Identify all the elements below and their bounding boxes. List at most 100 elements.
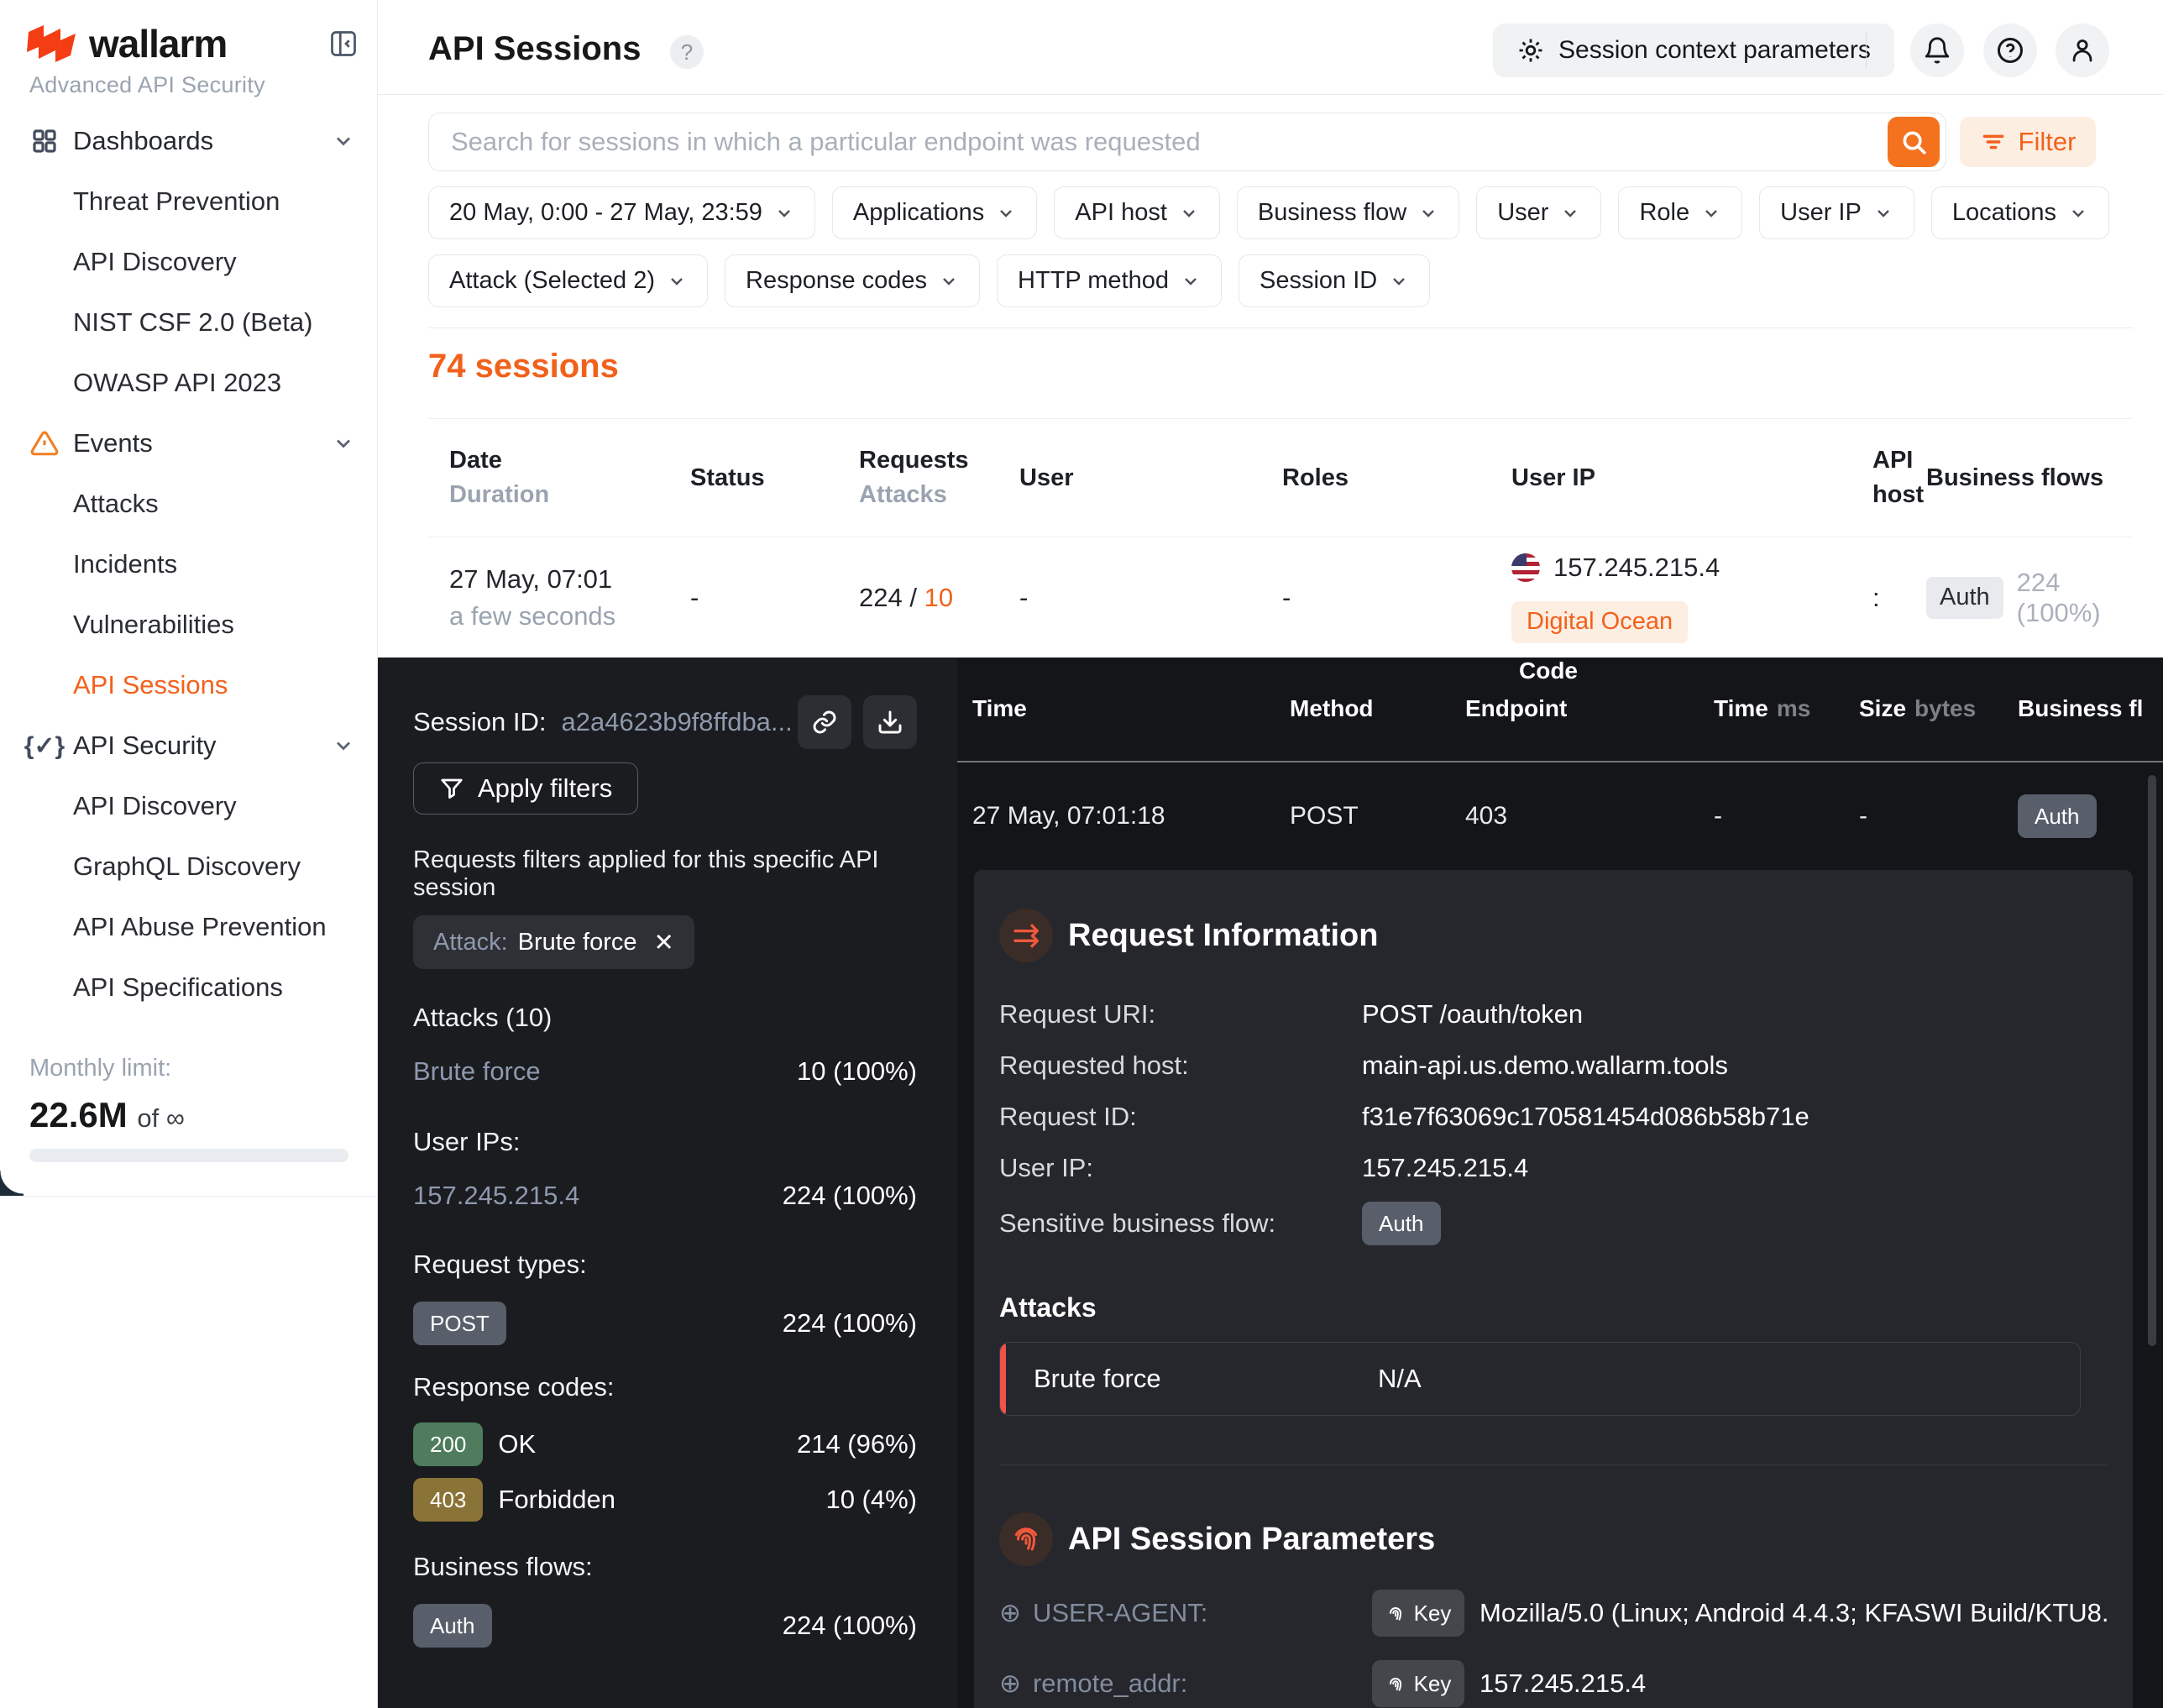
col-business-flows[interactable]: Business flows: [1926, 419, 2103, 537]
sidebar-item-api-abuse-prevention[interactable]: API Abuse Prevention: [0, 897, 377, 957]
sidebar-item-api-sessions[interactable]: API Sessions: [0, 655, 377, 715]
sidebar-item-api-discovery[interactable]: API Discovery: [0, 232, 377, 292]
wallarm-logo-icon: [27, 24, 82, 64]
filters-note: Requests filters applied for this specif…: [413, 846, 917, 902]
gear-icon: [1516, 36, 1545, 65]
stat-row-business-flow: Auth 224 (100%): [413, 1604, 917, 1648]
sidebar: wallarm Advanced API Security Dashboards: [0, 0, 378, 1708]
question-circle-icon: [1995, 35, 2025, 65]
col-user[interactable]: User: [1019, 419, 1074, 537]
download-button[interactable]: [863, 695, 917, 749]
session-status-cell: -: [690, 537, 699, 658]
col-roles[interactable]: Roles: [1282, 419, 1349, 537]
sidebar-item-graphql-discovery[interactable]: GraphQL Discovery: [0, 836, 377, 897]
req-col-method[interactable]: Method: [1290, 658, 1374, 760]
req-col-size[interactable]: Sizebytes: [1859, 658, 1976, 760]
fingerprint-icon: [1385, 1674, 1406, 1694]
filter-button[interactable]: Filter: [1960, 117, 2096, 167]
filter-chip-api-host[interactable]: API host: [1054, 186, 1220, 239]
session-id-value: a2a4623b9f8ffdba...: [562, 707, 798, 737]
sidebar-section-api-security[interactable]: {✓} API Security: [0, 715, 377, 776]
filter-chip-attack[interactable]: Attack (Selected 2): [428, 254, 708, 307]
session-summary-panel: Session ID: a2a4623b9f8ffdba...: [378, 658, 957, 1708]
col-requests[interactable]: RequestsAttacks: [859, 419, 969, 537]
sidebar-item-attacks[interactable]: Attacks: [0, 474, 377, 534]
col-user-ip[interactable]: User IP: [1511, 419, 1595, 537]
chevron-down-icon: [1389, 271, 1409, 291]
stat-row-attack: Brute force10 (100%): [413, 1056, 917, 1087]
request-row-time[interactable]: 27 May, 07:01:18: [972, 762, 1165, 870]
chevron-down-icon: [332, 129, 355, 153]
sidebar-item-vulnerabilities[interactable]: Vulnerabilities: [0, 595, 377, 655]
flow-badge: Auth: [413, 1604, 492, 1648]
request-information-card: ⇉ Request Information Request URI:POST /…: [974, 870, 2133, 1708]
apply-filters-button[interactable]: Apply filters: [413, 762, 638, 815]
flow-badge: Auth: [1362, 1202, 1441, 1245]
search-button[interactable]: [1888, 117, 1940, 167]
filter-chip-row-2: Attack (Selected 2) Response codes HTTP …: [428, 254, 1430, 307]
filter-chip-user[interactable]: User: [1476, 186, 1601, 239]
sidebar-item-owasp-api[interactable]: OWASP API 2023: [0, 353, 377, 413]
req-col-time[interactable]: Time: [972, 658, 1027, 760]
sidebar-item-incidents[interactable]: Incidents: [0, 534, 377, 595]
request-row-code: 403: [1465, 762, 1507, 870]
key-badge: Key: [1372, 1590, 1464, 1637]
col-status[interactable]: Status: [690, 419, 765, 537]
chevron-down-icon: [2068, 203, 2088, 223]
session-roles-cell: -: [1282, 537, 1291, 658]
help-button[interactable]: [1983, 24, 2037, 77]
account-button[interactable]: [2056, 24, 2109, 77]
chevron-down-icon: [1181, 271, 1201, 291]
sidebar-item-nist-csf[interactable]: NIST CSF 2.0 (Beta): [0, 292, 377, 353]
session-context-parameters-button[interactable]: Session context parameters: [1493, 24, 1894, 77]
filter-chip-http-method[interactable]: HTTP method: [997, 254, 1222, 307]
col-api-host[interactable]: APIhost: [1872, 419, 1924, 537]
req-col-business-flows[interactable]: Business fl: [2018, 658, 2143, 760]
filter-chip-applications[interactable]: Applications: [832, 186, 1037, 239]
filter-chip-row-1: 20 May, 0:00 - 27 May, 23:59 Application…: [428, 186, 2109, 239]
sidebar-item-api-discovery-2[interactable]: API Discovery: [0, 776, 377, 836]
session-user-cell: -: [1019, 537, 1028, 658]
copy-link-button[interactable]: [798, 695, 851, 749]
circle-plus-icon[interactable]: ⊕: [999, 1598, 1021, 1628]
filter-chip-user-ip[interactable]: User IP: [1759, 186, 1914, 239]
attack-detail-box[interactable]: Brute force N/A: [999, 1342, 2081, 1416]
sidebar-section-events[interactable]: Events: [0, 413, 377, 474]
main-content: API Sessions ? Session context parameter…: [378, 0, 2163, 658]
search-icon: [1899, 128, 1928, 156]
request-info-title: Request Information: [1068, 918, 1378, 954]
session-flows-cell: Auth 224 (100%): [1926, 537, 2133, 658]
filter-chip-role[interactable]: Role: [1618, 186, 1742, 239]
applied-filter-chip[interactable]: Attack: Brute force ✕: [413, 915, 694, 969]
ip-provider-tag: Digital Ocean: [1511, 601, 1688, 643]
sidebar-item-threat-prevention[interactable]: Threat Prevention: [0, 171, 377, 232]
section-label: API Security: [73, 731, 217, 761]
vertical-scrollbar[interactable]: [2148, 775, 2156, 1346]
requests-panel: Time Method Endpoint Code Timems Sizebyt…: [957, 658, 2163, 1708]
col-date[interactable]: DateDuration: [449, 419, 549, 537]
chevron-down-icon: [1179, 203, 1199, 223]
request-row-method: POST: [1290, 762, 1359, 870]
filter-chip-business-flow[interactable]: Business flow: [1237, 186, 1459, 239]
chevron-down-icon: [774, 203, 794, 223]
sidebar-section-dashboards[interactable]: Dashboards: [0, 111, 377, 171]
filter-chip-date-range[interactable]: 20 May, 0:00 - 27 May, 23:59: [428, 186, 815, 239]
filter-chip-session-id[interactable]: Session ID: [1239, 254, 1430, 307]
search-input[interactable]: [429, 113, 1946, 170]
title-help-icon[interactable]: ?: [670, 35, 704, 69]
search-bar: /: [428, 113, 1946, 171]
sidebar-collapse-icon[interactable]: [328, 29, 359, 59]
filter-chip-locations[interactable]: Locations: [1931, 186, 2109, 239]
section-label: Dashboards: [73, 126, 213, 156]
response-codes-section-label: Response codes:: [413, 1372, 917, 1402]
circle-plus-icon[interactable]: ⊕: [999, 1669, 1021, 1699]
notifications-button[interactable]: [1910, 24, 1964, 77]
session-context-parameters-label: Session context parameters: [1558, 36, 1871, 65]
status-200-badge: 200: [413, 1422, 483, 1466]
braces-check-icon: {✓}: [29, 731, 60, 761]
sidebar-item-api-specifications[interactable]: API Specifications: [0, 957, 377, 1018]
remove-filter-icon[interactable]: ✕: [654, 928, 674, 957]
session-row[interactable]: 27 May, 07:01a few seconds - 224 / 10 - …: [428, 537, 2133, 658]
req-col-time-ms[interactable]: Timems: [1714, 658, 1810, 760]
filter-chip-response-codes[interactable]: Response codes: [725, 254, 980, 307]
